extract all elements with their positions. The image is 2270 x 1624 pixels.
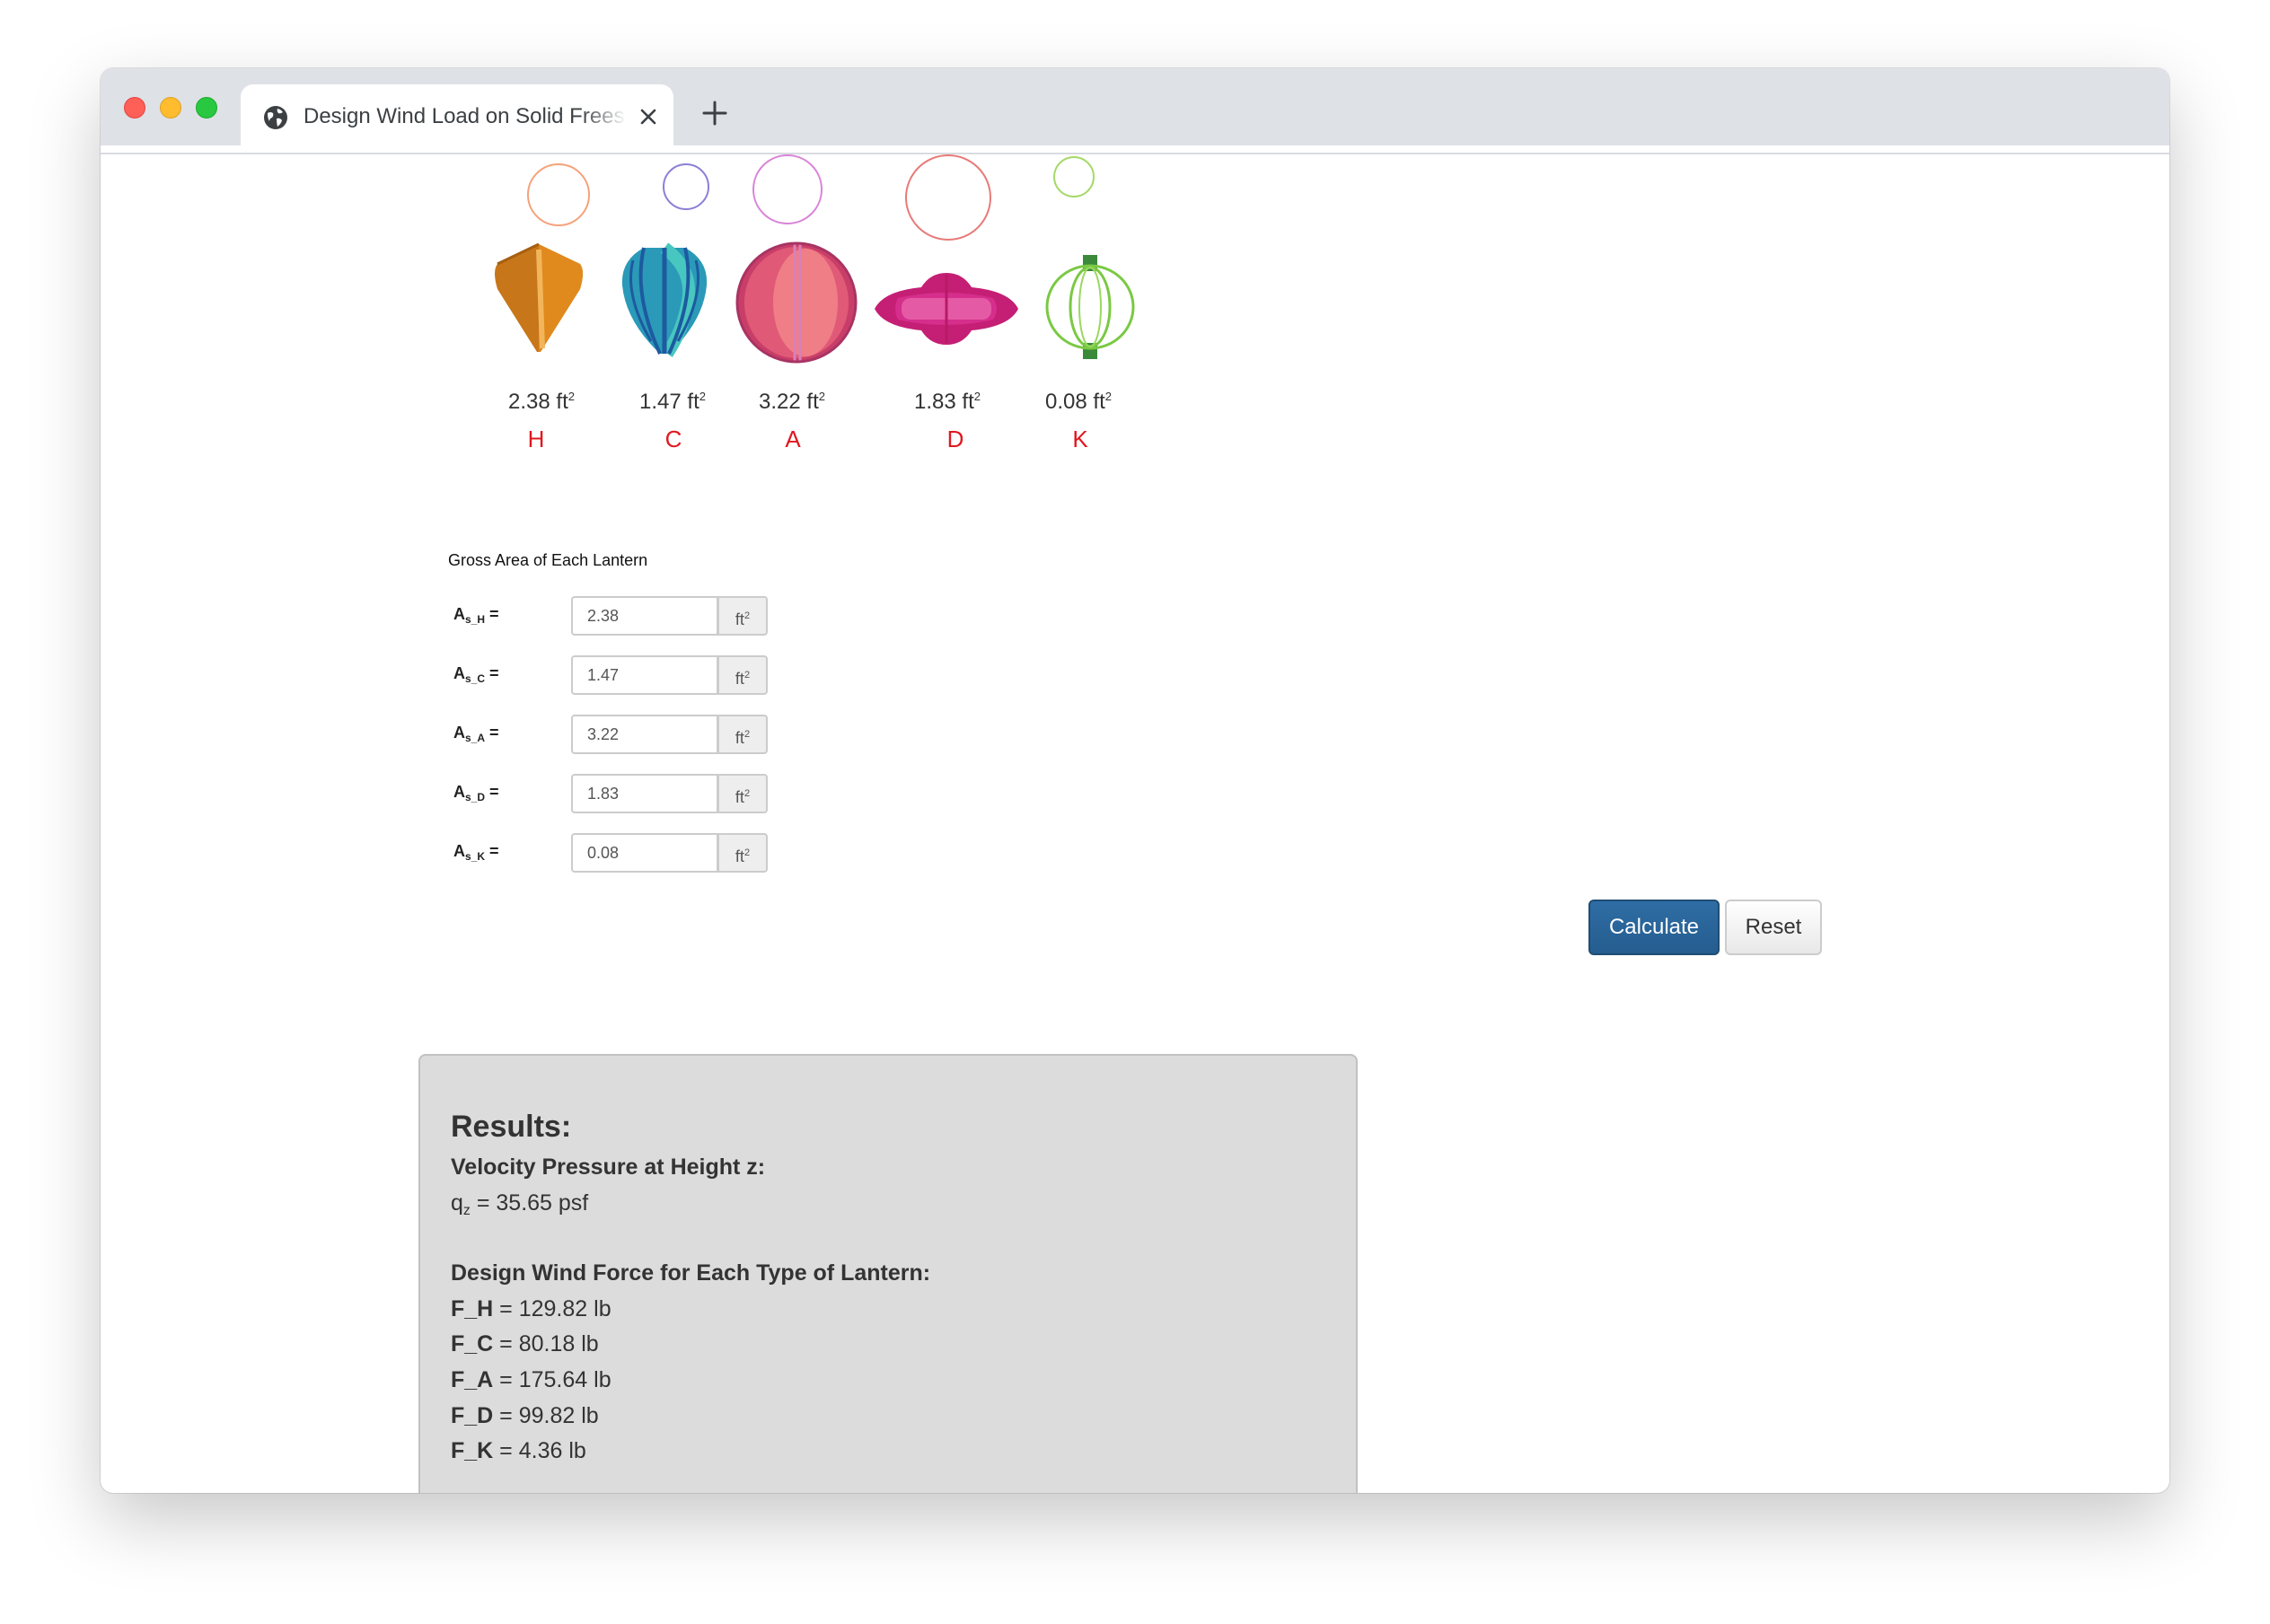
browser-titlebar: Design Wind Load on Solid Freestanding L… xyxy=(101,68,2169,149)
area-input-k[interactable] xyxy=(571,833,718,873)
force-result-k: F_K = 4.36 lb xyxy=(451,1438,586,1463)
browser-tab-active[interactable]: Design Wind Load on Solid Freestanding L… xyxy=(241,84,673,149)
lantern-d-area: 1.83 ft2 xyxy=(914,390,981,414)
close-icon[interactable] xyxy=(636,104,661,129)
lantern-a-letter: A xyxy=(785,426,801,452)
maximize-window-button[interactable] xyxy=(196,97,217,119)
wind-force-title: Design Wind Force for Each Type of Lante… xyxy=(451,1260,931,1286)
area-input-h[interactable] xyxy=(571,596,718,636)
lantern-h-area: 2.38 ft2 xyxy=(508,390,575,414)
lantern-d-letter: D xyxy=(946,426,964,452)
gross-area-section-title: Gross Area of Each Lantern xyxy=(448,551,648,569)
area-input-a[interactable] xyxy=(571,715,718,754)
decorative-circle xyxy=(527,163,590,226)
globe-icon xyxy=(264,106,287,129)
area-unit-addon: ft2 xyxy=(717,655,768,695)
decorative-circle xyxy=(663,163,709,210)
force-result-c: F_C = 80.18 lb xyxy=(451,1331,599,1356)
area-input-c[interactable] xyxy=(571,655,718,695)
area-field-label: As_K = xyxy=(453,842,499,863)
area-input-d[interactable] xyxy=(571,774,718,813)
lantern-c-image xyxy=(621,242,708,357)
lantern-c-letter: C xyxy=(664,426,682,452)
lantern-h-image xyxy=(495,242,583,352)
page-content: 2.38 ft2 1.47 ft2 3.22 ft2 1.83 ft2 0.08… xyxy=(101,154,2169,1493)
area-unit-addon: ft2 xyxy=(717,715,768,754)
decorative-circle xyxy=(1053,156,1095,198)
area-unit-addon: ft2 xyxy=(717,833,768,873)
velocity-pressure-title: Velocity Pressure at Height z: xyxy=(451,1154,766,1180)
lantern-a-image xyxy=(735,241,858,364)
browser-window: Design Wind Load on Solid Freestanding L… xyxy=(101,68,2169,1493)
results-heading: Results: xyxy=(451,1110,572,1144)
force-result-a: F_A = 175.64 lb xyxy=(451,1367,611,1392)
lantern-k-area: 0.08 ft2 xyxy=(1045,390,1112,414)
results-panel: Results: Velocity Pressure at Height z: … xyxy=(418,1054,1358,1493)
lantern-d-image xyxy=(875,273,1018,345)
close-window-button[interactable] xyxy=(124,97,145,119)
lantern-k-letter: K xyxy=(1072,426,1088,452)
lantern-h-letter: H xyxy=(527,426,545,452)
area-field-label: As_H = xyxy=(453,605,499,626)
tab-title: Design Wind Load on Solid Freestanding L… xyxy=(304,104,627,128)
area-field-label: As_A = xyxy=(453,724,499,744)
area-unit-addon: ft2 xyxy=(717,596,768,636)
area-unit-addon: ft2 xyxy=(717,774,768,813)
velocity-pressure-value: qz = 35.65 psf xyxy=(451,1190,589,1218)
decorative-circle xyxy=(752,154,823,224)
force-result-d: F_D = 99.82 lb xyxy=(451,1403,599,1428)
area-field-label: As_D = xyxy=(453,783,499,803)
calculate-button[interactable]: Calculate xyxy=(1588,900,1720,955)
minimize-window-button[interactable] xyxy=(160,97,181,119)
decorative-circle xyxy=(905,154,991,241)
area-field-label: As_C = xyxy=(453,664,499,685)
reset-button[interactable]: Reset xyxy=(1725,900,1822,955)
force-result-h: F_H = 129.82 lb xyxy=(451,1296,611,1321)
plus-icon[interactable] xyxy=(700,99,729,127)
lantern-c-area: 1.47 ft2 xyxy=(639,390,706,414)
lantern-k-image xyxy=(1045,255,1135,359)
lantern-a-area: 3.22 ft2 xyxy=(759,390,825,414)
